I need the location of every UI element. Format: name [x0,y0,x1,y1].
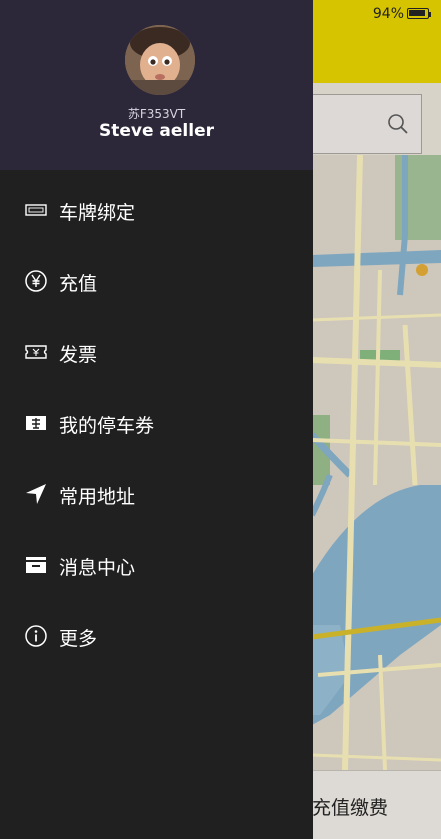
menu-label: 充值 [59,273,98,295]
menu-item-invoice[interactable]: 发票 [0,316,313,387]
yen-coin-icon [25,270,47,292]
invoice-icon [25,345,47,359]
avatar[interactable] [125,25,195,95]
menu-label: 常用地址 [59,486,136,508]
search-box[interactable] [300,94,422,154]
menu-label: 消息中心 [59,557,136,579]
recharge-payment-button[interactable]: 充值缴费 [312,793,388,820]
search-icon[interactable] [387,113,409,135]
menu-item-plate-binding[interactable]: 车牌绑定 [0,174,313,245]
avatar-image [125,25,195,95]
menu-label: 发票 [59,344,98,366]
menu-item-message-center[interactable]: 消息中心 [0,529,313,600]
user-name: Steve aeller [99,121,214,141]
location-arrow-icon [26,484,46,504]
menu-item-frequent-addresses[interactable]: 常用地址 [0,458,313,529]
inbox-icon [26,557,46,573]
battery-status: 94% [373,6,431,22]
info-icon [25,625,47,647]
battery-percent: 94% [372,6,404,22]
menu-label: 更多 [59,628,98,650]
menu-item-parking-coupons[interactable]: 我的停车券 [0,387,313,458]
ticket-icon [26,416,46,430]
menu-label: 我的停车券 [59,415,155,437]
menu-item-recharge[interactable]: 充值 [0,245,313,316]
navigation-drawer: 苏F353VT Steve aeller 车牌绑定 充值 发票 我的停车券 常用… [0,0,313,839]
menu-label: 车牌绑定 [59,202,136,224]
license-plate: 苏F353VT [127,107,186,121]
license-plate-icon [25,204,47,216]
battery-icon [407,8,429,19]
menu-item-more[interactable]: 更多 [0,600,313,671]
drawer-header: 苏F353VT Steve aeller [0,0,313,170]
